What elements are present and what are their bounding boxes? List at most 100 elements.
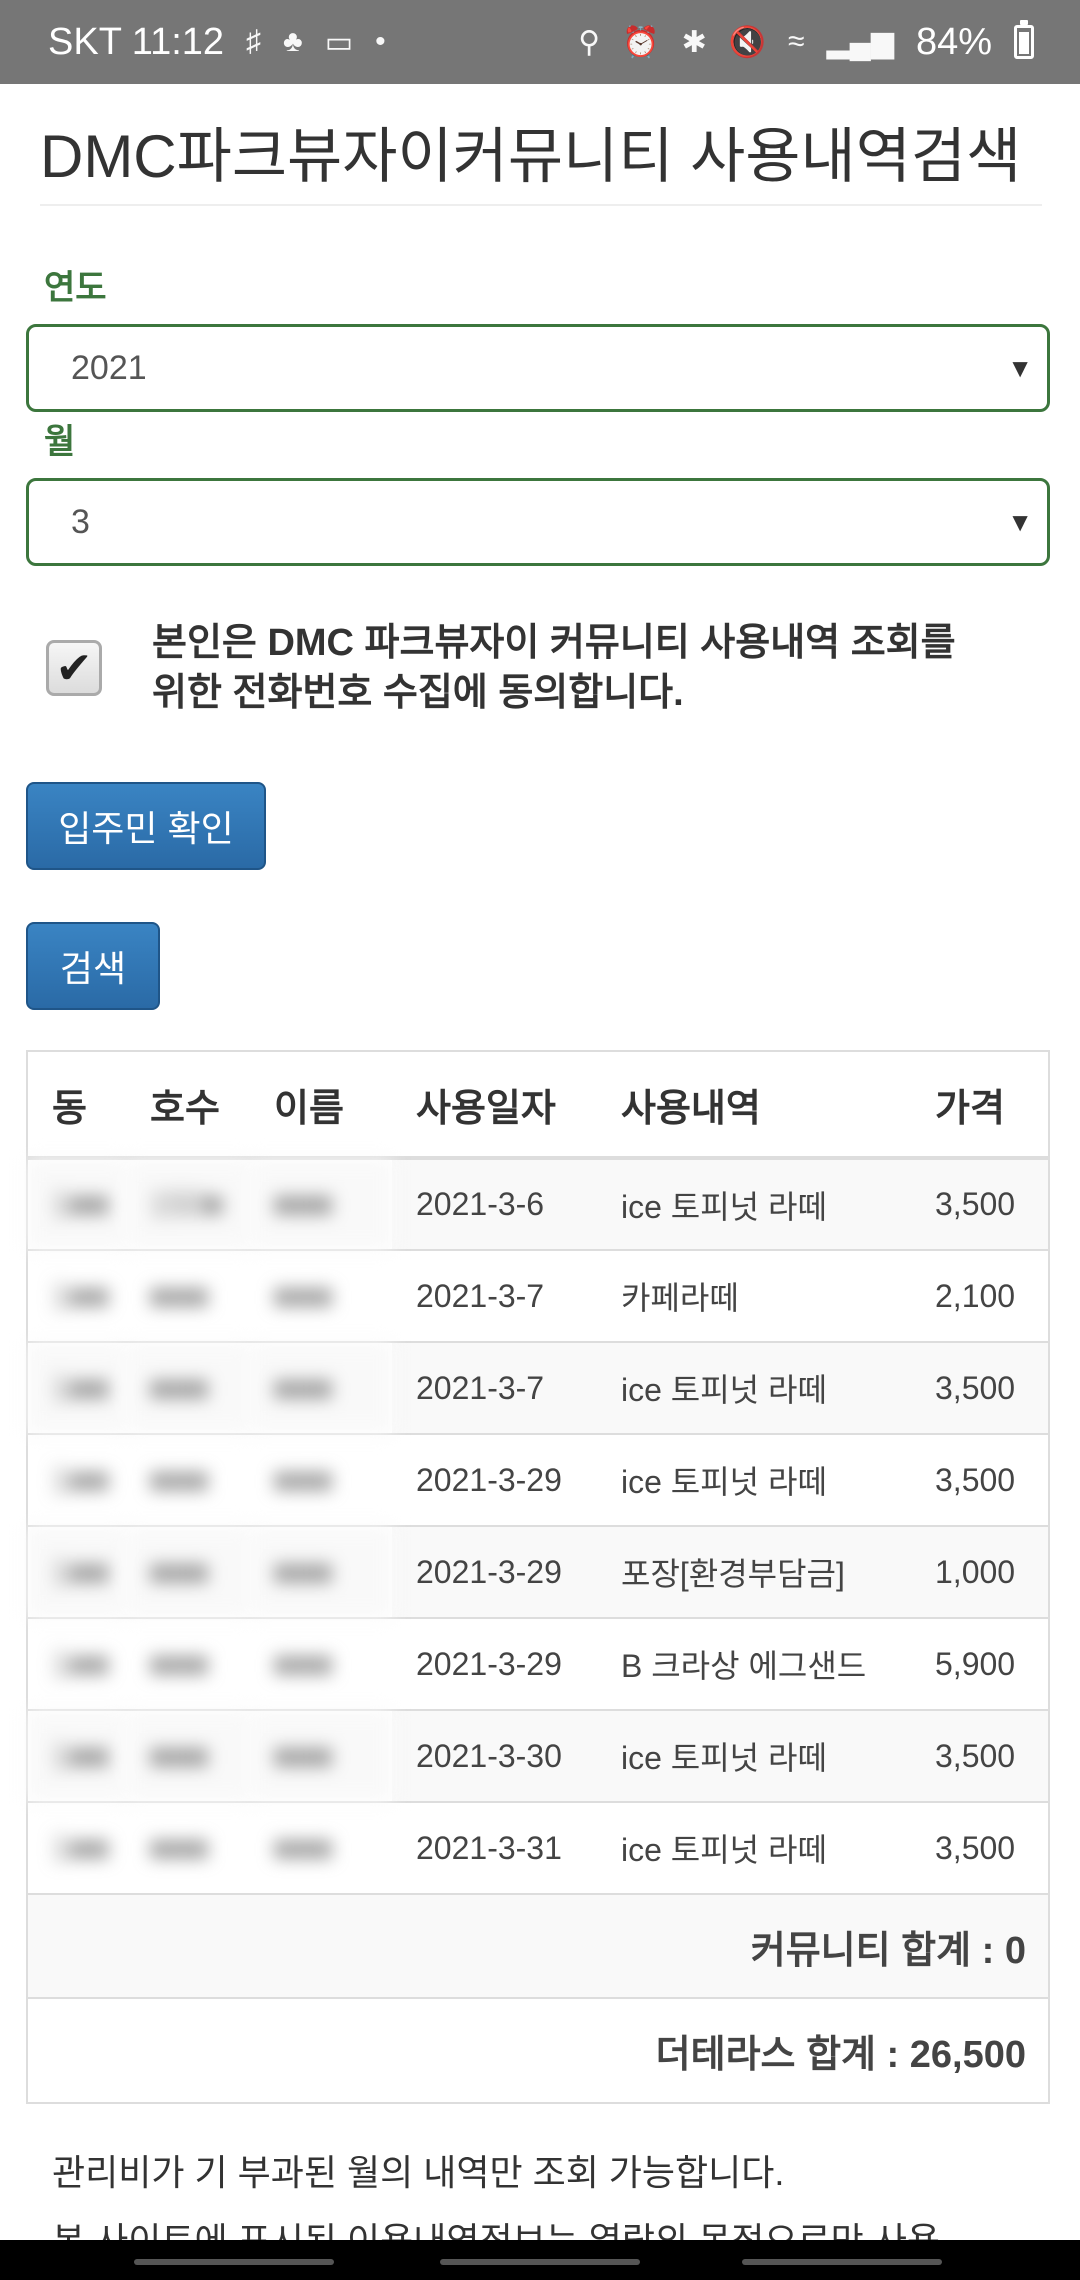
carrier-time: SKT 11:12	[48, 20, 225, 63]
cell-price: 3,500	[911, 1433, 1048, 1526]
bluetooth-icon: ✱	[681, 25, 707, 59]
cell-name: ■■■	[250, 1709, 392, 1802]
table-row: 1■■ 150■ ■■■ 2021-3-6 ice 토피넛 라떼 3,500	[28, 1157, 1048, 1250]
card-icon: ▭	[324, 25, 354, 59]
cell-ho: ■■■	[126, 1617, 250, 1710]
year-select[interactable]: 2021 ▼	[26, 324, 1050, 412]
header-item: 사용내역	[597, 1052, 911, 1160]
cell-name: ■■■	[250, 1525, 392, 1618]
cell-price: 2,100	[911, 1249, 1048, 1342]
notice-line2: 본 사이트에 표시된 이용내역정보는 열람의 목적으로만 사용	[52, 2220, 941, 2242]
cell-dong: 1■■	[28, 1801, 126, 1894]
cell-ho: 150■	[126, 1157, 250, 1250]
cell-date: 2021-3-6	[392, 1157, 597, 1250]
cell-dong: 1■■	[28, 1249, 126, 1342]
cherry-icon: ♣	[283, 25, 303, 58]
search-button[interactable]: 검색	[26, 922, 160, 1010]
cell-item: ice 토피넛 라떼	[597, 1801, 911, 1894]
page-title: DMC파크뷰자이커뮤니티 사용내역검색	[40, 123, 1022, 190]
cell-name: ■■■	[250, 1157, 392, 1250]
community-total: 커뮤니티 합계 : 0	[28, 1893, 1048, 1998]
cell-date: 2021-3-29	[392, 1617, 597, 1710]
table-row: 1■■ ■■■ ■■■ 2021-3-29 B 크라상 에그샌드 5,900	[28, 1617, 1048, 1710]
terrace-total: 더테라스 합계 : 26,500	[28, 1997, 1048, 2102]
wifi-icon: ≈	[788, 25, 805, 58]
cell-price: 3,500	[911, 1157, 1048, 1250]
cell-name: ■■■	[250, 1433, 392, 1526]
cell-dong: 1■■	[28, 1525, 126, 1618]
cell-dong: 1■■	[28, 1617, 126, 1710]
notice-line1: 관리비가 기 부과된 월의 내역만 조회 가능합니다.	[52, 2152, 785, 2193]
header-ho: 호수	[126, 1052, 250, 1160]
table-row: 1■■ ■■■ ■■■ 2021-3-7 ice 토피넛 라떼 3,500	[28, 1341, 1048, 1434]
table-row: 1■■ ■■■ ■■■ 2021-3-29 ice 토피넛 라떼 3,500	[28, 1433, 1048, 1526]
cell-item: ice 토피넛 라떼	[597, 1341, 911, 1434]
cell-item: ice 토피넛 라떼	[597, 1433, 911, 1526]
key-icon: ⚲	[578, 25, 601, 59]
status-left: SKT 11:12 ♯ ♣ ▭ •	[48, 21, 386, 64]
cell-date: 2021-3-29	[392, 1433, 597, 1526]
year-label: 연도	[44, 269, 107, 307]
cell-date: 2021-3-30	[392, 1709, 597, 1802]
cell-dong: 1■■	[28, 1341, 126, 1434]
cell-price: 1,000	[911, 1525, 1048, 1618]
cell-ho: ■■■	[126, 1341, 250, 1434]
usage-table: 동 호수 이름 사용일자 사용내역 가격 1■■ 150■ ■■■ 2021-3…	[26, 1050, 1050, 2104]
status-bar: SKT 11:12 ♯ ♣ ▭ • ⚲ ⏰ ✱ 🔇 ≈ ▂▄▆ 84%	[0, 0, 1080, 84]
community-total-row: 커뮤니티 합계 : 0	[28, 1893, 1048, 1998]
cell-date: 2021-3-31	[392, 1801, 597, 1894]
status-right: ⚲ ⏰ ✱ 🔇 ≈ ▂▄▆ 84%	[578, 20, 1034, 64]
navigation-bar	[0, 2240, 1080, 2280]
cell-date: 2021-3-7	[392, 1249, 597, 1342]
signal-icon: ▂▄▆	[826, 25, 894, 59]
cell-price: 3,500	[911, 1709, 1048, 1802]
nav-recent-button[interactable]	[134, 2259, 334, 2265]
cell-item: 포장[환경부담금]	[597, 1525, 911, 1618]
alarm-icon: ⏰	[622, 25, 660, 59]
cell-dong: 1■■	[28, 1157, 126, 1250]
table-row: 1■■ ■■■ ■■■ 2021-3-30 ice 토피넛 라떼 3,500	[28, 1709, 1048, 1802]
month-value: 3	[71, 502, 90, 541]
dropdown-arrow-icon: ▼	[1007, 507, 1033, 537]
checkmark-icon: ✔	[55, 643, 93, 693]
year-value: 2021	[71, 348, 147, 387]
bixby-icon: ♯	[246, 25, 262, 58]
month-select[interactable]: 3 ▼	[26, 478, 1050, 566]
agree-text: 본인은 DMC 파크뷰자이 커뮤니티 사용내역 조회를 위한 전화번호 수집에 …	[152, 618, 956, 718]
mute-icon: 🔇	[728, 25, 767, 59]
cell-name: ■■■	[250, 1341, 392, 1434]
cell-price: 3,500	[911, 1341, 1048, 1434]
dropdown-arrow-icon: ▼	[1007, 353, 1033, 383]
agree-text-line2: 위한 전화번호 수집에 동의합니다.	[152, 672, 684, 714]
cell-name: ■■■	[250, 1249, 392, 1342]
cell-price: 3,500	[911, 1801, 1048, 1894]
table-row: 1■■ ■■■ ■■■ 2021-3-7 카페라떼 2,100	[28, 1249, 1048, 1342]
table-row: 1■■ ■■■ ■■■ 2021-3-29 포장[환경부담금] 1,000	[28, 1525, 1048, 1618]
cell-item: B 크라상 에그샌드	[597, 1617, 911, 1710]
battery-icon	[1014, 20, 1034, 59]
cell-dong: 1■■	[28, 1433, 126, 1526]
month-label: 월	[44, 423, 76, 461]
cell-item: ice 토피넛 라떼	[597, 1157, 911, 1250]
dot-icon: •	[375, 25, 386, 58]
cell-price: 5,900	[911, 1617, 1048, 1710]
agree-text-line1: 본인은 DMC 파크뷰자이 커뮤니티 사용내역 조회를	[152, 622, 956, 664]
nav-home-button[interactable]	[440, 2259, 640, 2265]
cell-ho: ■■■	[126, 1525, 250, 1618]
cell-dong: 1■■	[28, 1709, 126, 1802]
cell-ho: ■■■	[126, 1709, 250, 1802]
agree-row: ✔ 본인은 DMC 파크뷰자이 커뮤니티 사용내역 조회를 위한 전화번호 수집…	[26, 618, 1046, 718]
battery-percent: 84%	[915, 20, 992, 63]
nav-back-button[interactable]	[742, 2259, 942, 2265]
cell-name: ■■■	[250, 1617, 392, 1710]
agree-checkbox[interactable]: ✔	[46, 640, 102, 696]
table-header-row: 동 호수 이름 사용일자 사용내역 가격	[28, 1052, 1048, 1160]
title-divider	[40, 204, 1042, 206]
cell-ho: ■■■	[126, 1801, 250, 1894]
cell-date: 2021-3-29	[392, 1525, 597, 1618]
cell-ho: ■■■	[126, 1249, 250, 1342]
cell-name: ■■■	[250, 1801, 392, 1894]
terrace-total-row: 더테라스 합계 : 26,500	[28, 1997, 1048, 2102]
header-dong: 동	[28, 1052, 126, 1160]
resident-check-button[interactable]: 입주민 확인	[26, 782, 266, 870]
